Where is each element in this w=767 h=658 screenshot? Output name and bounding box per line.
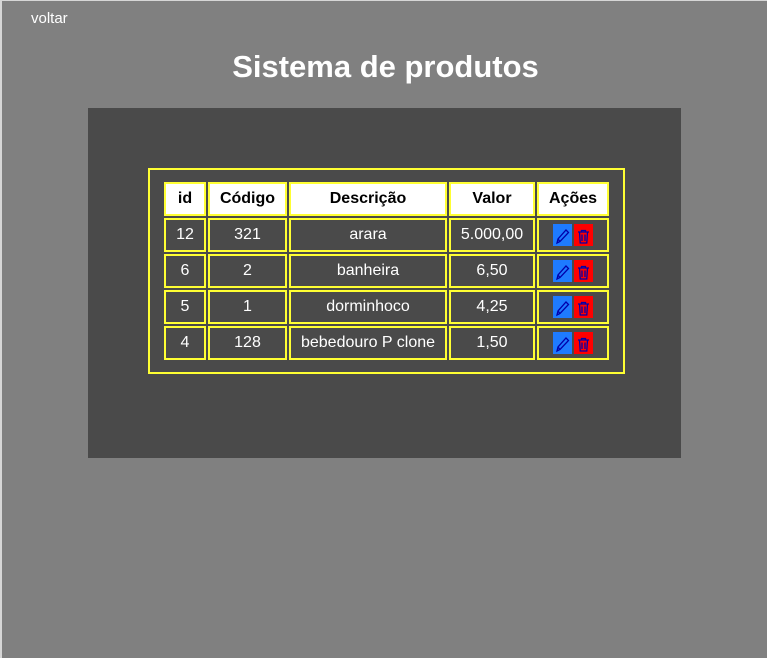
cell-actions <box>537 218 609 252</box>
pencil-icon <box>556 300 570 316</box>
edit-button[interactable] <box>553 224 572 246</box>
table-row: 12 321 arara 5.000,00 <box>164 218 609 252</box>
cell-code: 321 <box>208 218 287 252</box>
cell-actions <box>537 326 609 360</box>
pencil-icon <box>556 336 570 352</box>
pencil-icon <box>556 228 570 244</box>
table-row: 6 2 banheira 6,50 <box>164 254 609 288</box>
cell-id: 4 <box>164 326 206 360</box>
delete-button[interactable] <box>574 260 593 282</box>
edit-button[interactable] <box>553 332 572 354</box>
cell-actions <box>537 290 609 324</box>
delete-button[interactable] <box>574 224 593 246</box>
cell-value: 4,25 <box>449 290 535 324</box>
cell-code: 128 <box>208 326 287 360</box>
content-panel: id Código Descrição Valor Ações 12 321 a… <box>88 108 681 458</box>
cell-code: 1 <box>208 290 287 324</box>
column-header-description: Descrição <box>289 182 447 216</box>
cell-value: 5.000,00 <box>449 218 535 252</box>
trash-icon <box>578 301 589 316</box>
column-header-value: Valor <box>449 182 535 216</box>
trash-icon <box>578 265 589 280</box>
delete-button[interactable] <box>574 332 593 354</box>
column-header-code: Código <box>208 182 287 216</box>
cell-actions <box>537 254 609 288</box>
column-header-id: id <box>164 182 206 216</box>
cell-code: 2 <box>208 254 287 288</box>
page-title: Sistema de produtos <box>232 49 539 84</box>
delete-button[interactable] <box>574 296 593 318</box>
trash-icon <box>578 337 589 352</box>
cell-description: dorminhoco <box>289 290 447 324</box>
cell-description: arara <box>289 218 447 252</box>
cell-id: 6 <box>164 254 206 288</box>
cell-description: bebedouro P clone <box>289 326 447 360</box>
table-row: 4 128 bebedouro P clone 1,50 <box>164 326 609 360</box>
back-link[interactable]: voltar <box>31 10 68 27</box>
table-header-row: id Código Descrição Valor Ações <box>164 182 609 216</box>
edit-button[interactable] <box>553 296 572 318</box>
cell-description: banheira <box>289 254 447 288</box>
table-row: 5 1 dorminhoco 4,25 <box>164 290 609 324</box>
pencil-icon <box>556 264 570 280</box>
cell-value: 6,50 <box>449 254 535 288</box>
column-header-actions: Ações <box>537 182 609 216</box>
products-table: id Código Descrição Valor Ações 12 321 a… <box>148 168 625 374</box>
trash-icon <box>578 229 589 244</box>
cell-id: 5 <box>164 290 206 324</box>
edit-button[interactable] <box>553 260 572 282</box>
cell-id: 12 <box>164 218 206 252</box>
cell-value: 1,50 <box>449 326 535 360</box>
